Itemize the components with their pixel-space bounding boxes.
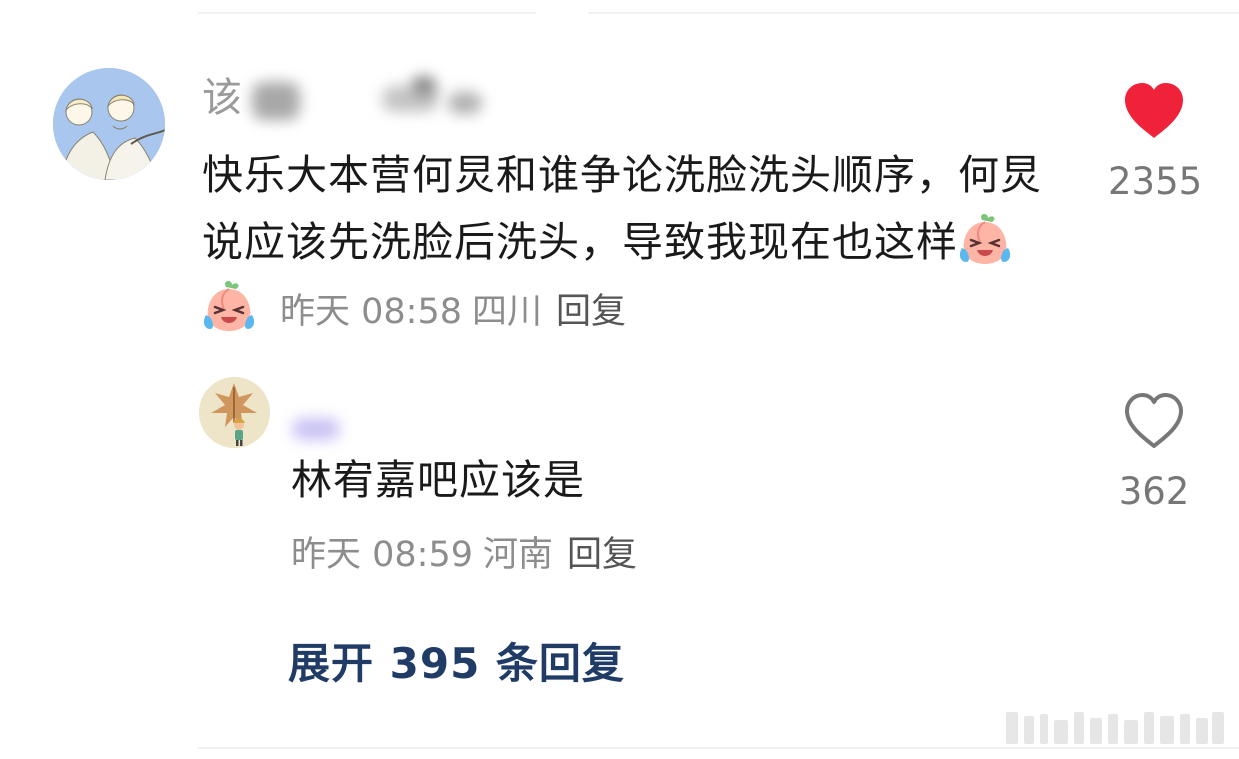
reply-button[interactable]: 回复 bbox=[556, 292, 626, 332]
comment-location: 四川 bbox=[472, 292, 543, 332]
username-text: 该 bbox=[202, 75, 242, 121]
heart-filled-icon bbox=[1125, 83, 1183, 138]
reply-button[interactable]: 回复 bbox=[567, 535, 637, 575]
username-redaction bbox=[448, 92, 482, 114]
username-redaction bbox=[412, 76, 436, 96]
username-redaction bbox=[252, 82, 300, 120]
expand-replies-button[interactable]: 展开 395 条回复 bbox=[288, 636, 625, 692]
comment-meta: 昨天 08:59 河南 回复 bbox=[291, 532, 637, 578]
comment-time: 昨天 08:58 bbox=[280, 292, 462, 332]
crying-laughing-peach-icon bbox=[203, 281, 255, 331]
avatar[interactable] bbox=[53, 68, 165, 180]
like-count: 362 bbox=[1118, 470, 1190, 513]
comment-meta: 昨天 08:58 四川 回复 bbox=[280, 292, 626, 332]
comment-thread: 该 快乐大本营何炅和谁争论洗脸洗头顺序，何炅说应该先洗脸后洗头，导致我现在也这样… bbox=[0, 0, 1239, 759]
like-count: 2355 bbox=[1108, 160, 1203, 203]
top-divider bbox=[198, 12, 1239, 14]
username[interactable] bbox=[288, 408, 358, 448]
heart-outline-icon bbox=[1125, 393, 1183, 448]
like-button[interactable]: 362 bbox=[1108, 392, 1200, 514]
like-button[interactable]: 2355 bbox=[1108, 82, 1203, 204]
comment-location: 河南 bbox=[483, 535, 554, 575]
comment-time: 昨天 08:59 bbox=[291, 535, 473, 575]
username-redaction bbox=[292, 418, 340, 440]
comment-body: 快乐大本营何炅和谁争论洗脸洗头顺序，何炅说应该先洗脸后洗头，导致我现在也这样 昨… bbox=[202, 142, 1062, 346]
avatar-illustration bbox=[53, 68, 165, 180]
avatar-illustration bbox=[199, 377, 270, 448]
comment-text: 林宥嘉吧应该是 bbox=[291, 456, 585, 504]
comment-text: 快乐大本营何炅和谁争论洗脸洗头顺序，何炅说应该先洗脸后洗头，导致我现在也这样 bbox=[202, 151, 1042, 266]
avatar[interactable] bbox=[199, 377, 270, 448]
username[interactable]: 该 bbox=[200, 70, 500, 126]
watermark-logo bbox=[1006, 712, 1224, 744]
crying-laughing-peach-icon bbox=[959, 214, 1011, 264]
